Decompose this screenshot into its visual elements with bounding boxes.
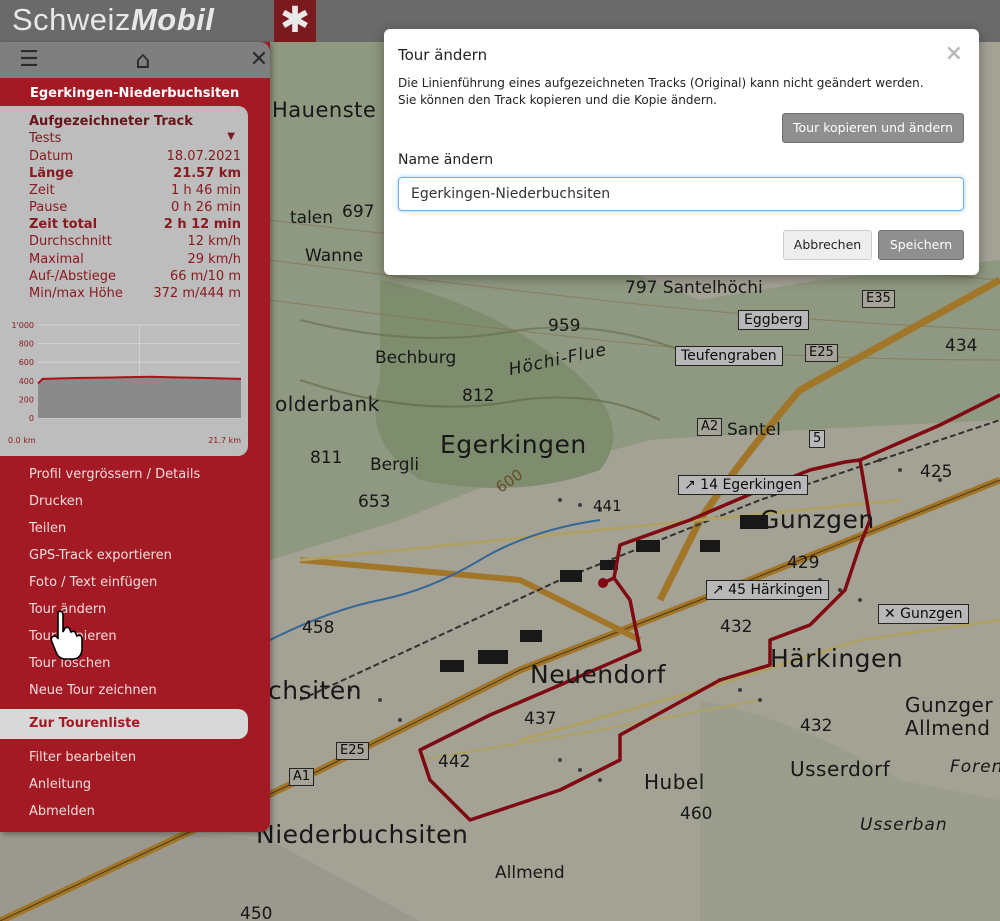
dialog-message-line2: Sie können den Track kopieren und die Ko…: [398, 93, 717, 107]
track-menu: Profil vergrössern / Details Drucken Teile…: [29, 465, 259, 708]
stat-label: Durchschnitt: [29, 234, 112, 250]
stat-label: Datum: [29, 149, 73, 164]
app-logo[interactable]: SchweizMobil: [12, 2, 214, 38]
dialog-close-icon[interactable]: ×: [945, 41, 963, 66]
stat-row: Länge 21.57 km: [29, 166, 241, 183]
track-stats: Datum 18.07.2021 Länge 21.57 km Zeit 1 h 46 m…: [29, 149, 241, 303]
name-field-label: Name ändern: [398, 152, 494, 168]
y-tick-label: 1'000: [11, 321, 34, 330]
menu2-item-0[interactable]: Filter bearbeiten: [29, 748, 259, 775]
y-tick-label: 400: [19, 377, 34, 386]
cancel-button[interactable]: Abbrechen: [783, 230, 872, 260]
stat-row: Durchschnitt 12 km/h: [29, 234, 241, 251]
y-tick-label: 600: [19, 358, 34, 367]
menu-item-4[interactable]: Foto / Text einfügen: [29, 573, 259, 600]
stat-row: Zeit total 2 h 12 min: [29, 217, 241, 234]
stat-value: 29 km/h: [187, 251, 242, 267]
menu-icon[interactable]: ☰: [14, 47, 44, 73]
elevation-profile-chart[interactable]: 1'000 800 600 400 200 0 0.0 km 21.7 km: [0, 318, 248, 448]
close-icon[interactable]: ✕: [244, 47, 274, 73]
stat-row: Datum 18.07.2021: [29, 149, 241, 166]
stat-label: Min/max Höhe: [29, 285, 123, 301]
tour-name-input[interactable]: [398, 177, 964, 211]
stat-label: Maximal: [29, 251, 84, 267]
y-tick-label: 200: [19, 395, 34, 404]
home-icon[interactable]: ⌂: [128, 47, 158, 73]
stat-label: Auf-/Abstiege: [29, 268, 116, 284]
stat-value: 66 m/10 m: [169, 268, 241, 284]
y-tick-label: 0: [29, 414, 34, 423]
stat-value: 18.07.2021: [166, 149, 241, 164]
copy-and-edit-button[interactable]: Tour kopieren und ändern: [782, 113, 964, 143]
stat-row: Auf-/Abstiege 66 m/10 m: [29, 269, 241, 286]
menu2-item-1[interactable]: Anleitung: [29, 775, 259, 802]
x-tick-label-end: 21.7 km: [208, 436, 241, 445]
hand-cursor-icon: [50, 610, 83, 660]
edit-tour-dialog: Tour ändern × Die Linienführung eines au…: [384, 29, 979, 275]
save-button[interactable]: Speichern: [878, 230, 964, 260]
stat-label: Pause: [29, 200, 68, 216]
stat-row: Min/max Höhe 372 m/444 m: [29, 286, 241, 303]
dialog-title: Tour ändern: [398, 46, 488, 64]
tourlist-button[interactable]: Zur Tourenliste: [0, 709, 248, 739]
stat-value: 2 h 12 min: [163, 217, 241, 233]
menu-item-2[interactable]: Teilen: [29, 519, 259, 546]
menu-item-0[interactable]: Profil vergrössern / Details: [29, 465, 259, 492]
menu2-item-2[interactable]: Abmelden: [29, 802, 259, 829]
stat-label: Zeit total: [29, 217, 98, 233]
stat-row: Pause 0 h 26 min: [29, 200, 241, 217]
stat-value: 1 h 46 min: [171, 183, 241, 199]
account-menu: Filter bearbeiten Anleitung Abmelden: [29, 748, 259, 829]
stat-row: Maximal 29 km/h: [29, 252, 241, 269]
dialog-message: Die Linienführung eines aufgezeichneten …: [398, 75, 958, 109]
track-info-heading: Aufgezeichneter Track: [29, 114, 193, 129]
stat-row: Zeit 1 h 46 min: [29, 183, 241, 200]
swiss-cross-icon: ✱: [274, 0, 316, 42]
menu-item-3[interactable]: GPS-Track exportieren: [29, 546, 259, 573]
sidebar-toolbar: ☰ ⌂ ✕: [0, 42, 270, 78]
stat-label: Länge: [29, 166, 74, 182]
track-info-box: Aufgezeichneter Track Tests ▼ Datum 18.07…: [0, 106, 248, 456]
category-select[interactable]: Tests ▼: [29, 131, 239, 146]
x-tick-label-start: 0.0 km: [8, 436, 36, 445]
elevation-area: [38, 376, 241, 418]
stat-value: 21.57 km: [173, 166, 241, 182]
chevron-down-icon: ▼: [227, 131, 235, 142]
stat-label: Zeit: [29, 183, 55, 199]
menu-item-8[interactable]: Neue Tour zeichnen: [29, 681, 259, 708]
stat-value: 372 m/444 m: [153, 285, 241, 301]
category-value: Tests: [29, 131, 62, 146]
y-tick-label: 800: [19, 340, 34, 349]
sidebar: ☰ ⌂ ✕ Egerkingen-Niederbuchsiten Aufgeze…: [0, 42, 270, 832]
dialog-message-line1: Die Linienführung eines aufgezeichneten …: [398, 76, 924, 90]
track-title: Egerkingen-Niederbuchsiten: [30, 86, 240, 101]
stat-value: 0 h 26 min: [171, 200, 241, 216]
menu-item-1[interactable]: Drucken: [29, 492, 259, 519]
stat-value: 12 km/h: [187, 234, 242, 250]
